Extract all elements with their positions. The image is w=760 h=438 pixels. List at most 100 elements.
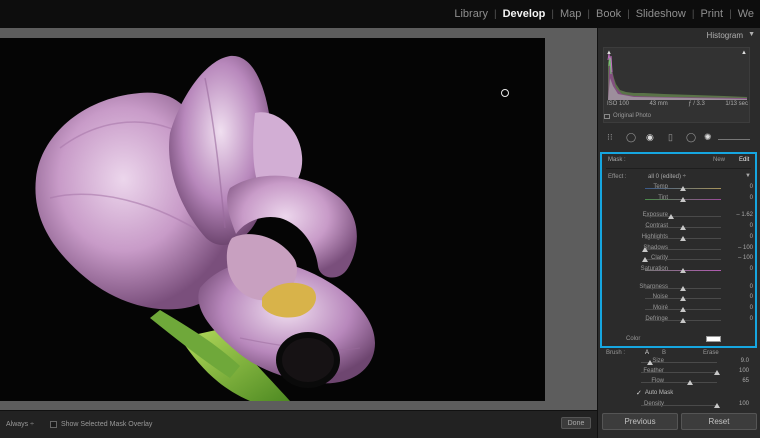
radial-filter-icon[interactable]: ◯ bbox=[686, 132, 696, 143]
collapse-triangle-icon[interactable]: ▼ bbox=[748, 31, 755, 38]
focal-length: 43 mm bbox=[649, 101, 668, 107]
slider-thumb[interactable] bbox=[680, 296, 686, 302]
slider-thumb[interactable] bbox=[680, 285, 686, 291]
color-label: Color bbox=[626, 336, 641, 342]
previous-button[interactable]: Previous bbox=[602, 413, 678, 430]
shadow-clipping-icon[interactable]: ▲ bbox=[606, 50, 612, 56]
histogram-graph: ▲ ▲ ISO 100 43 mm ƒ / 3.3 1/13 sec bbox=[603, 47, 750, 123]
slider-value[interactable]: – 100 bbox=[738, 245, 753, 251]
auto-mask-label: Auto Mask bbox=[644, 390, 674, 396]
slider-thumb[interactable] bbox=[642, 257, 648, 263]
slider-thumb[interactable] bbox=[647, 360, 654, 365]
slider-track[interactable] bbox=[641, 405, 717, 406]
slider-label: Sharpness bbox=[639, 283, 668, 290]
module-slideshow[interactable]: Slideshow bbox=[630, 8, 692, 20]
slider-label: Density bbox=[643, 401, 664, 407]
slider-value[interactable]: – 100 bbox=[738, 255, 753, 261]
shutter-speed: 1/13 sec bbox=[725, 101, 748, 107]
original-photo-toggle[interactable]: Original Photo bbox=[604, 113, 651, 119]
photo-canvas[interactable] bbox=[0, 38, 545, 401]
slider-value[interactable]: 0 bbox=[750, 223, 753, 229]
slider-value[interactable]: 0 bbox=[750, 294, 753, 300]
slider-thumb[interactable] bbox=[642, 246, 648, 252]
module-develop[interactable]: Develop bbox=[497, 8, 552, 20]
brush-a-tab[interactable]: A bbox=[645, 350, 649, 356]
slider-label: Highlights bbox=[641, 233, 668, 240]
reset-button[interactable]: Reset bbox=[681, 413, 757, 430]
module-library[interactable]: Library bbox=[448, 8, 494, 20]
slider-label: Clarity bbox=[650, 255, 668, 262]
adjustment-brush-icon[interactable]: ✺ bbox=[704, 132, 712, 143]
slider-value[interactable]: 0 bbox=[750, 234, 753, 240]
slider-value[interactable]: 65 bbox=[742, 378, 749, 384]
checkmark-icon: ✓ bbox=[636, 390, 642, 397]
slider-label: Tint bbox=[658, 194, 668, 201]
done-button[interactable]: Done bbox=[561, 417, 591, 429]
histogram-plot bbox=[607, 53, 747, 100]
auto-mask-checkbox[interactable]: ✓ Auto Mask bbox=[636, 389, 673, 397]
mask-edit-button[interactable]: Edit bbox=[739, 157, 749, 163]
highlight-clipping-icon[interactable]: ▲ bbox=[741, 50, 747, 56]
slider-value[interactable]: 9.0 bbox=[741, 358, 749, 364]
brush-erase-tab[interactable]: Erase bbox=[703, 350, 719, 356]
brush-b-tab[interactable]: B bbox=[662, 350, 666, 356]
slider-track[interactable] bbox=[645, 216, 721, 218]
photo-frame-icon bbox=[604, 113, 610, 119]
color-swatch[interactable] bbox=[706, 336, 721, 342]
brush-cursor bbox=[501, 89, 509, 97]
slider-track[interactable] bbox=[641, 382, 717, 383]
spot-removal-icon[interactable]: ◉ bbox=[646, 132, 654, 143]
slider-thumb[interactable] bbox=[667, 214, 674, 220]
grid-icon[interactable]: ⁝⁝ bbox=[607, 132, 613, 143]
slider-label: Temp bbox=[653, 184, 668, 190]
slider-value[interactable]: 0 bbox=[750, 184, 753, 190]
slider-thumb[interactable] bbox=[687, 380, 694, 385]
brush-label: Brush : bbox=[606, 350, 626, 356]
mask-label: Mask : bbox=[608, 157, 626, 163]
iso-value: ISO 100 bbox=[607, 101, 630, 107]
slider-label: Noise bbox=[652, 294, 668, 301]
exif-info: ISO 100 43 mm ƒ / 3.3 1/13 sec bbox=[607, 101, 748, 107]
tool-size-track[interactable] bbox=[718, 139, 750, 140]
slider-thumb[interactable] bbox=[680, 196, 686, 202]
effect-label: Effect : bbox=[608, 174, 627, 180]
module-print[interactable]: Print bbox=[694, 8, 729, 20]
effect-preset-select[interactable]: all 0 (edited) ÷ bbox=[648, 174, 686, 180]
histogram-header[interactable]: Histogram ▼ bbox=[598, 28, 760, 44]
slider-thumb[interactable] bbox=[680, 225, 686, 231]
slider-thumb[interactable] bbox=[680, 235, 686, 241]
brush-section: Brush : A B Erase Size 9.0 Feather 100 Flow 6… bbox=[598, 350, 760, 410]
slider-thumb[interactable] bbox=[680, 317, 686, 323]
slider-thumb[interactable] bbox=[714, 370, 720, 375]
slider-track[interactable] bbox=[645, 259, 721, 261]
slider-track[interactable] bbox=[645, 248, 721, 250]
iris-photo bbox=[0, 38, 545, 401]
show-overlay-checkbox[interactable] bbox=[49, 421, 57, 428]
slider-value[interactable]: 100 bbox=[739, 368, 749, 374]
module-we[interactable]: We bbox=[732, 8, 760, 20]
divider bbox=[606, 168, 751, 169]
slider-value[interactable]: 0 bbox=[750, 305, 753, 311]
slider-value[interactable]: – 1.62 bbox=[736, 212, 753, 218]
slider-value[interactable]: 0 bbox=[750, 284, 753, 290]
slider-value[interactable]: 0 bbox=[750, 266, 753, 272]
graduated-filter-icon[interactable]: ▯ bbox=[668, 132, 673, 143]
mask-overlay-select[interactable]: Always ÷ bbox=[4, 421, 36, 428]
slider-value[interactable]: 0 bbox=[750, 195, 753, 201]
mask-new-button[interactable]: New bbox=[713, 157, 725, 163]
crop-icon[interactable]: ◯ bbox=[626, 132, 636, 143]
slider-label: Moiré bbox=[652, 305, 668, 311]
effect-collapse-icon[interactable]: ▼ bbox=[745, 173, 751, 179]
slider-value[interactable]: 0 bbox=[750, 316, 753, 322]
module-map[interactable]: Map bbox=[554, 8, 587, 20]
slider-value[interactable]: 100 bbox=[739, 401, 749, 407]
slider-label: Flow bbox=[651, 378, 664, 384]
slider-thumb[interactable] bbox=[680, 186, 686, 191]
show-overlay-label: Show Selected Mask Overlay bbox=[60, 421, 153, 428]
slider-thumb[interactable] bbox=[680, 267, 686, 273]
module-book[interactable]: Book bbox=[590, 8, 627, 20]
slider-thumb[interactable] bbox=[714, 403, 720, 408]
slider-thumb[interactable] bbox=[680, 307, 686, 312]
slider-track[interactable] bbox=[641, 372, 717, 373]
slider-label: Defringe bbox=[645, 315, 668, 322]
